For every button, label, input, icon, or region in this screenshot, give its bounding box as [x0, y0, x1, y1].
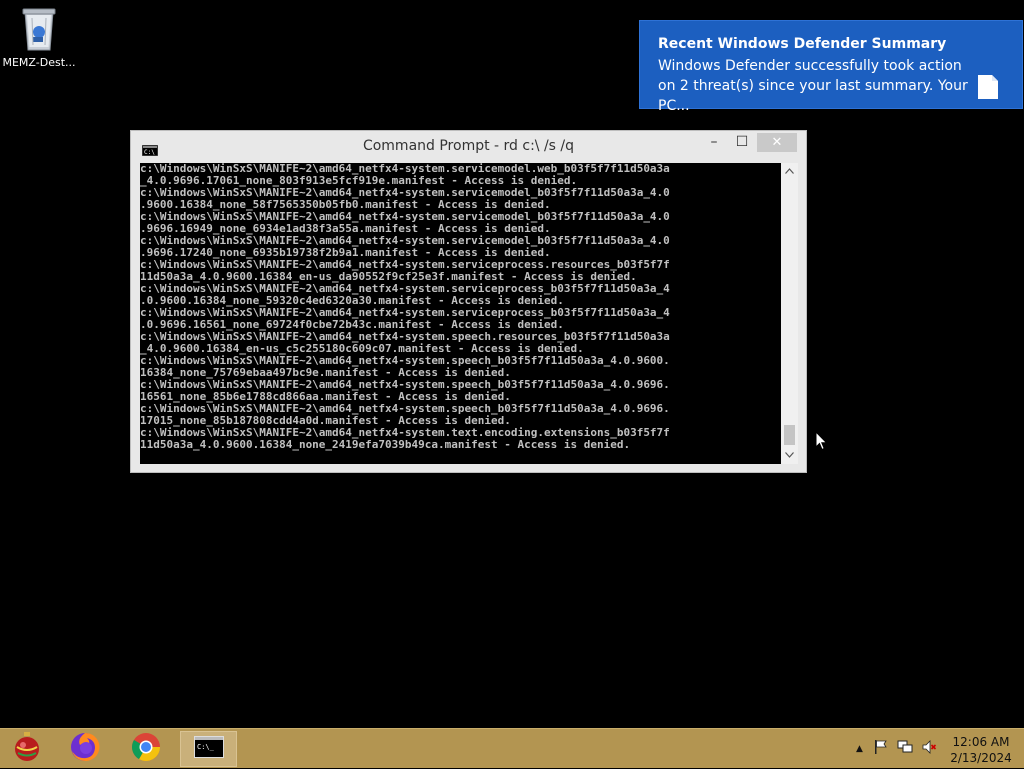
system-tray: ▲	[850, 729, 941, 769]
taskbar: C:\_ ▲ 12:06 AM 2/13/2024	[0, 728, 1024, 768]
mouse-pointer-icon	[815, 430, 828, 455]
recycle-bin-icon	[19, 6, 59, 52]
vertical-scrollbar[interactable]	[781, 163, 798, 464]
volume-muted-icon[interactable]	[921, 739, 937, 759]
defender-notification[interactable]: Recent Windows Defender Summary Windows …	[639, 20, 1023, 114]
scroll-down-arrow-icon[interactable]	[781, 447, 798, 464]
memz-ornament-icon	[12, 731, 42, 767]
firefox-icon	[69, 731, 101, 767]
notification-body: Windows Defender successfully took actio…	[658, 58, 968, 114]
clock-date: 2/13/2024	[950, 751, 1012, 765]
taskbar-app-memz[interactable]	[2, 731, 52, 767]
command-prompt-icon: C:\_	[193, 736, 224, 762]
taskbar-app-chrome[interactable]	[121, 731, 171, 767]
maximize-button[interactable]: ☐	[729, 133, 755, 152]
minimize-button[interactable]: –	[701, 133, 727, 152]
close-button[interactable]: ✕	[757, 133, 797, 152]
clock-time: 12:06 AM	[952, 735, 1010, 749]
notification-title: Recent Windows Defender Summary	[658, 36, 947, 52]
network-icon[interactable]	[897, 739, 913, 759]
window-titlebar[interactable]: C:\ Command Prompt - rd c:\ /s /q – ☐ ✕	[131, 131, 806, 161]
action-center-flag-icon[interactable]	[873, 739, 889, 759]
console-line: 11d50a3a_4.0.9600.16384_none_2419efa7039…	[140, 438, 631, 451]
desktop-icon-label: MEMZ-Dest...	[2, 56, 76, 69]
taskbar-app-firefox[interactable]	[60, 731, 110, 767]
command-prompt-window[interactable]: C:\ Command Prompt - rd c:\ /s /q – ☐ ✕ …	[130, 130, 807, 473]
svg-text:C:\_: C:\_	[197, 743, 215, 751]
console-output[interactable]: c:\Windows\WinSxS\MANIFE~2\amd64_netfx4-…	[140, 163, 781, 464]
document-icon	[977, 74, 999, 104]
desktop-icon-memz[interactable]: MEMZ-Dest...	[2, 6, 76, 69]
desktop: MEMZ-Dest... Recent Windows Defender Sum…	[0, 0, 1024, 728]
scrollbar-thumb[interactable]	[784, 425, 795, 445]
taskbar-app-command-prompt[interactable]: C:\_	[180, 731, 237, 767]
clock[interactable]: 12:06 AM 2/13/2024	[948, 734, 1014, 766]
scroll-up-arrow-icon[interactable]	[781, 163, 798, 180]
chrome-icon	[130, 731, 162, 767]
show-hidden-icons-chevron-icon[interactable]: ▲	[856, 744, 863, 754]
